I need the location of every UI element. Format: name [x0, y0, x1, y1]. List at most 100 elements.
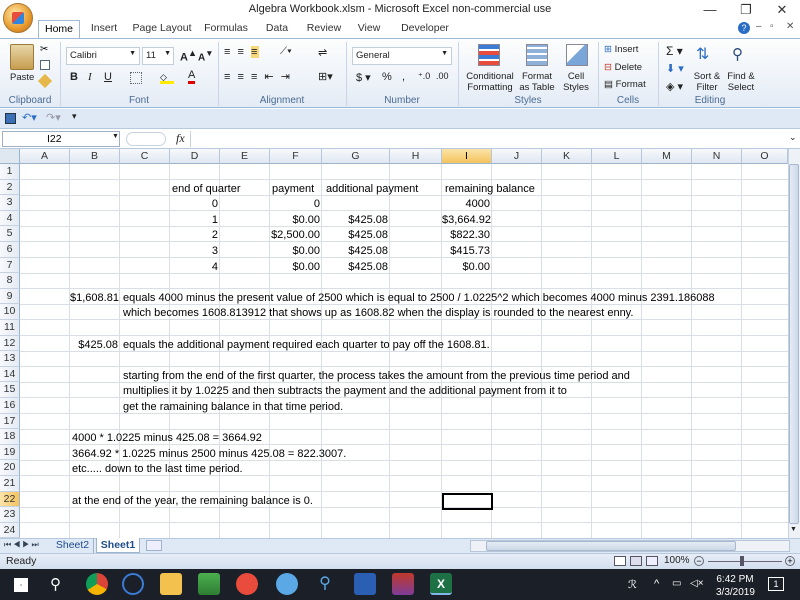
zoom-slider-thumb[interactable]: [740, 556, 744, 566]
cell-c14[interactable]: starting from the end of the first quart…: [123, 369, 630, 384]
taskbar-date[interactable]: 3/3/2019: [716, 587, 755, 598]
format-as-table-button[interactable]: Format as Table: [516, 71, 558, 93]
row-header-8[interactable]: 8: [0, 273, 20, 289]
app-icon-red[interactable]: [236, 573, 258, 595]
cell-g4[interactable]: $425.08: [322, 213, 388, 228]
cell-i7[interactable]: $0.00: [442, 260, 490, 275]
zoom-level[interactable]: 100%: [664, 555, 690, 566]
row-header-23[interactable]: 23: [0, 507, 20, 523]
underline-icon[interactable]: U: [104, 71, 112, 83]
cell-i5[interactable]: $822.30: [442, 228, 490, 243]
ribbon-restore-icon[interactable]: ▫: [770, 21, 774, 32]
fill-color-icon[interactable]: ◇: [160, 72, 174, 84]
active-cell-cursor[interactable]: [442, 492, 493, 510]
row-header-24[interactable]: 24: [0, 522, 20, 539]
cell-g7[interactable]: $425.08: [322, 260, 388, 275]
ribbon-close-icon[interactable]: ✕: [786, 21, 794, 32]
sheet-tab-sheet1[interactable]: Sheet1: [96, 538, 140, 553]
sheet-tab-sheet2[interactable]: Sheet2: [52, 538, 94, 553]
tab-page-layout[interactable]: Page Layout: [130, 20, 194, 38]
cell-i6[interactable]: $415.73: [442, 244, 490, 259]
bold-icon[interactable]: B: [70, 71, 78, 83]
row-header-4[interactable]: 4: [0, 210, 20, 227]
formula-input[interactable]: [190, 131, 788, 147]
sort-filter-button[interactable]: Sort & Filter: [690, 71, 724, 93]
cell-c16[interactable]: get the ramaining balance in that time p…: [123, 400, 343, 415]
chrome-icon[interactable]: [86, 573, 108, 595]
orientation-icon[interactable]: ⟋▾: [280, 46, 292, 57]
font-name-select[interactable]: Calibri ▼: [66, 47, 140, 65]
row-header-10[interactable]: 10: [0, 304, 20, 320]
chevron-down-icon[interactable]: ▼: [112, 133, 119, 140]
cell-d7[interactable]: 4: [170, 260, 218, 275]
row-header-12[interactable]: 12: [0, 335, 20, 352]
percent-icon[interactable]: %: [382, 71, 392, 83]
tab-data[interactable]: Data: [260, 20, 294, 38]
scroll-down-icon[interactable]: ▼: [790, 526, 797, 533]
restore-button[interactable]: ❐: [728, 0, 764, 20]
decrease-decimal-icon[interactable]: .00: [436, 71, 449, 81]
cell-d3[interactable]: 0: [170, 197, 218, 212]
security-icon[interactable]: [198, 573, 220, 595]
cell-f6[interactable]: $0.00: [270, 244, 320, 259]
column-header-g[interactable]: G: [322, 149, 390, 164]
horizontal-align-icons[interactable]: ≡ ≡ ≡ ⇤ ⇥: [224, 70, 292, 83]
notification-center-icon[interactable]: 1: [768, 577, 784, 591]
column-header-j[interactable]: J: [492, 149, 542, 164]
undo-icon[interactable]: ↶▾: [22, 111, 37, 124]
column-header-d[interactable]: D: [170, 149, 220, 164]
cell-b12[interactable]: $425.08: [70, 338, 118, 353]
zoom-slider[interactable]: [708, 561, 782, 562]
fx-icon[interactable]: fx: [176, 131, 185, 146]
font-color-icon[interactable]: A: [188, 70, 196, 84]
cell-f7[interactable]: $0.00: [270, 260, 320, 275]
select-all-button[interactable]: [0, 149, 20, 164]
grow-font-icon[interactable]: A▲: [180, 48, 197, 64]
paste-icon[interactable]: [10, 44, 34, 70]
windows-start-icon[interactable]: [14, 578, 28, 592]
tab-view[interactable]: View: [352, 20, 386, 38]
tab-insert[interactable]: Insert: [84, 20, 124, 38]
shrink-font-icon[interactable]: A▼: [198, 48, 213, 63]
copy-icon[interactable]: [40, 60, 50, 70]
normal-view-icon[interactable]: [614, 556, 626, 566]
column-header-h[interactable]: H: [390, 149, 442, 164]
search-icon[interactable]: ⚲: [50, 575, 61, 593]
tray-chevron-icon[interactable]: ^: [654, 578, 659, 590]
zoom-in-icon[interactable]: +: [785, 556, 795, 566]
column-header-l[interactable]: L: [592, 149, 642, 164]
redo-icon[interactable]: ↷▾: [46, 111, 61, 124]
vertical-align-icons[interactable]: ≡ ≡ ≡: [224, 46, 260, 58]
cell-b9[interactable]: $1,608.81: [70, 291, 119, 306]
cell-g2[interactable]: additional payment: [326, 182, 418, 197]
minimize-button[interactable]: —: [692, 0, 728, 20]
cell-c10[interactable]: which becomes 1608.813912 that shows up …: [123, 306, 633, 321]
column-header-m[interactable]: M: [642, 149, 692, 164]
tab-formulas[interactable]: Formulas: [200, 20, 252, 38]
comma-style-icon[interactable]: ,: [402, 71, 405, 83]
column-header-c[interactable]: C: [120, 149, 170, 164]
insert-cells-button[interactable]: ⊞ Insert: [604, 44, 638, 55]
cell-styles-icon[interactable]: [566, 44, 588, 66]
clear-icon[interactable]: ◈ ▾: [666, 80, 683, 93]
row-header-16[interactable]: 16: [0, 398, 20, 414]
zoom-out-icon[interactable]: −: [694, 556, 704, 566]
row-header-2[interactable]: 2: [0, 179, 20, 196]
column-header-b[interactable]: B: [70, 149, 120, 164]
cell-f2[interactable]: payment: [272, 182, 314, 197]
row-header-21[interactable]: 21: [0, 476, 20, 492]
cell-f5[interactable]: $2,500.00: [270, 228, 320, 243]
page-break-view-icon[interactable]: [646, 556, 658, 566]
cell-g6[interactable]: $425.08: [322, 244, 388, 259]
fill-icon[interactable]: ⬇ ▾: [666, 62, 684, 75]
cell-f4[interactable]: $0.00: [270, 213, 320, 228]
cell-i3[interactable]: 4000: [442, 197, 490, 212]
cell-f3[interactable]: 0: [270, 197, 320, 212]
cell-i2[interactable]: remaining balance: [445, 182, 535, 197]
language-icon[interactable]: ℛ: [628, 578, 637, 591]
row-header-17[interactable]: 17: [0, 413, 20, 430]
borders-icon[interactable]: [130, 72, 142, 84]
row-header-11[interactable]: 11: [0, 320, 20, 336]
row-header-9[interactable]: 9: [0, 288, 20, 305]
cut-icon[interactable]: ✂: [40, 44, 48, 55]
